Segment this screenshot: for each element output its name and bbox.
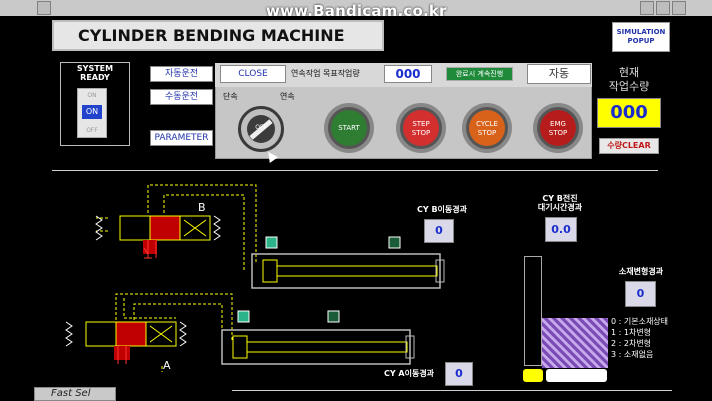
system-ready-switch[interactable]: ON ON OFF [77, 88, 107, 138]
target-work-label: 연속작업 목표작업량 [291, 69, 360, 78]
current-count-label: 현재 작업수량 [600, 66, 658, 94]
window-menu-icon[interactable] [37, 1, 51, 15]
switch-top-label: ON [87, 92, 97, 99]
switch-bottom-label: OFF [86, 127, 98, 134]
step-stop-label: STEP STOP [403, 110, 439, 146]
start-label: START [331, 110, 367, 146]
cylinder-b-label: B [198, 201, 206, 214]
section-divider [52, 170, 658, 171]
close-window-icon[interactable] [672, 1, 686, 15]
system-ready-label: SYSTEM READY [76, 64, 114, 82]
close-button[interactable]: CLOSE [220, 65, 286, 83]
page-title: CYLINDER BENDING MACHINE [52, 20, 384, 51]
current-count-label-line2: 작업수량 [608, 80, 650, 93]
fast-select-tab[interactable]: Fast Sel [34, 387, 116, 401]
recorder-watermark: www.Bandicam.co.kr [266, 2, 447, 20]
selector-off-label: OFF [255, 124, 267, 131]
emergency-stop-button[interactable]: EMG STOP [533, 103, 583, 153]
cylinder-a-label: A [163, 359, 171, 372]
press-ram-tip [523, 369, 543, 382]
cy-a-move-label: CY A이동경과 [383, 369, 435, 378]
cy-a-move-value: 0 [445, 362, 473, 386]
material-legend-1: 1 : 1차변형 [611, 328, 652, 337]
cy-b-wait-label: CY B전진 대기시간경과 [520, 194, 600, 212]
cy-b-move-label: CY B이동경과 [417, 205, 467, 214]
bottom-divider [232, 390, 672, 391]
material-deform-value: 0 [625, 281, 656, 307]
mode-display: 자동 [527, 64, 591, 84]
material-legend-3: 3 : 소재없음 [611, 350, 654, 359]
minimize-icon[interactable] [640, 1, 654, 15]
cycle-stop-button[interactable]: CYCLE STOP [462, 103, 512, 153]
auto-mode-button[interactable]: 자동운전 [150, 66, 213, 82]
simulation-popup-button[interactable]: SIMULATION POPUP [612, 22, 670, 52]
cycle-stop-label: CYCLE STOP [469, 110, 505, 146]
step-stop-button[interactable]: STEP STOP [396, 103, 446, 153]
switch-on-indicator: ON [82, 105, 102, 119]
cy-b-wait-label-line1: CY B전진 [542, 194, 578, 203]
material-legend: 0 : 기본소재상태 1 : 1차변형 2 : 2차변형 3 : 소재없음 [611, 316, 668, 360]
count-clear-button[interactable]: 수량CLEAR [599, 138, 659, 154]
single-mode-label: 단속 [223, 92, 238, 101]
continue-on-complete-button[interactable]: 완료시 계속진행 [446, 67, 513, 81]
parameter-button[interactable]: PARAMETER [150, 130, 213, 146]
single-continuous-selector[interactable]: OFF [238, 106, 284, 152]
material-legend-2: 2 : 2차변형 [611, 339, 652, 348]
material-workpiece [542, 318, 608, 368]
material-deform-label: 소재변형경과 [618, 267, 664, 276]
press-ram-column [524, 256, 542, 366]
cy-b-move-value: 0 [424, 219, 454, 243]
cy-b-wait-value: 0.0 [545, 217, 577, 242]
continuous-mode-label: 연속 [280, 92, 295, 101]
current-count-display: 000 [597, 98, 661, 128]
manual-mode-button[interactable]: 수동운전 [150, 89, 213, 105]
maximize-icon[interactable] [656, 1, 670, 15]
cy-b-wait-label-line2: 대기시간경과 [537, 203, 583, 212]
emg-stop-label: EMG STOP [540, 110, 576, 146]
target-work-input[interactable]: 000 [384, 65, 432, 83]
current-count-label-line1: 현재 [618, 66, 640, 79]
start-button[interactable]: START [324, 103, 374, 153]
material-base-plate [546, 369, 607, 382]
material-legend-0: 0 : 기본소재상태 [611, 317, 669, 326]
